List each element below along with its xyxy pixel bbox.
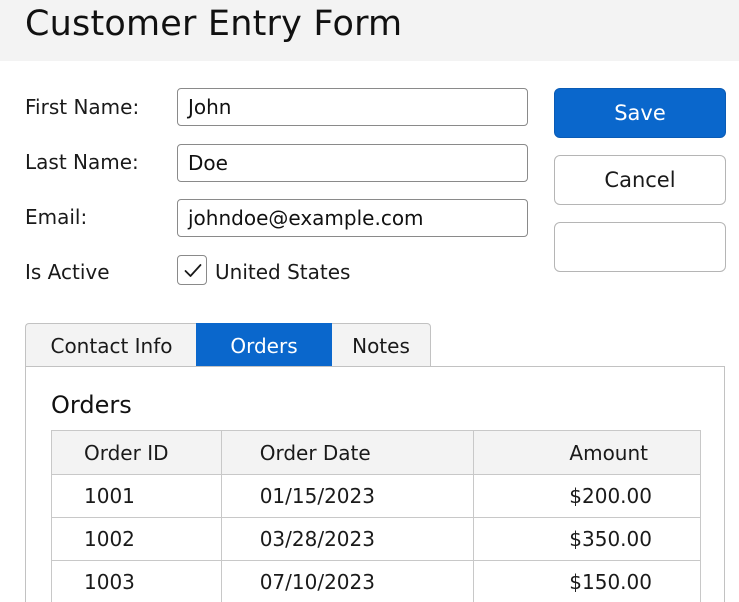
order-date-cell: 03/28/2023 [220,517,475,561]
tab-orders[interactable]: Orders [196,323,332,367]
title-bar: Customer Entry Form [0,0,739,61]
page-title: Customer Entry Form [25,4,403,44]
amount-cell: $200.00 [473,474,701,518]
is-active-checkbox-label[interactable]: United States [215,260,350,284]
orders-heading: Orders [51,391,132,419]
email-label: Email: [25,205,88,229]
order-id-cell: 1002 [51,517,222,561]
table-header-row: Order ID Order Date Amount [51,430,701,475]
first-name-field[interactable]: John [177,88,528,126]
orders-tab-panel: Orders Order ID Order Date Amount 1001 0… [25,366,725,602]
cancel-button[interactable]: Cancel [554,155,726,205]
tab-notes[interactable]: Notes [332,323,431,367]
is-active-label: Is Active [25,260,110,284]
column-header-order-id[interactable]: Order ID [51,430,222,475]
column-header-order-date[interactable]: Order Date [220,430,475,475]
email-value: johndoe@example.com [188,206,424,230]
column-header-amount[interactable]: Amount [473,430,701,475]
order-id-cell: 1001 [51,474,222,518]
table-row[interactable]: 1001 01/15/2023 $200.00 [51,474,701,518]
tab-contact-info[interactable]: Contact Info [25,323,197,367]
orders-table: Order ID Order Date Amount 1001 01/15/20… [51,430,701,602]
amount-cell: $350.00 [473,517,701,561]
save-button[interactable]: Save [554,88,726,138]
email-field[interactable]: johndoe@example.com [177,199,528,237]
order-id-cell: 1003 [51,560,222,602]
is-active-checkbox[interactable] [177,255,207,285]
first-name-value: John [188,95,232,119]
order-date-cell: 01/15/2023 [220,474,475,518]
amount-cell: $150.00 [473,560,701,602]
table-row[interactable]: 1002 03/28/2023 $350.00 [51,517,701,561]
last-name-value: Doe [188,151,228,175]
last-name-field[interactable]: Doe [177,144,528,182]
last-name-label: Last Name: [25,150,139,174]
first-name-label: First Name: [25,95,140,119]
checkmark-icon [184,264,202,277]
blank-button[interactable] [554,222,726,272]
table-row[interactable]: 1003 07/10/2023 $150.00 [51,560,701,602]
order-date-cell: 07/10/2023 [220,560,475,602]
